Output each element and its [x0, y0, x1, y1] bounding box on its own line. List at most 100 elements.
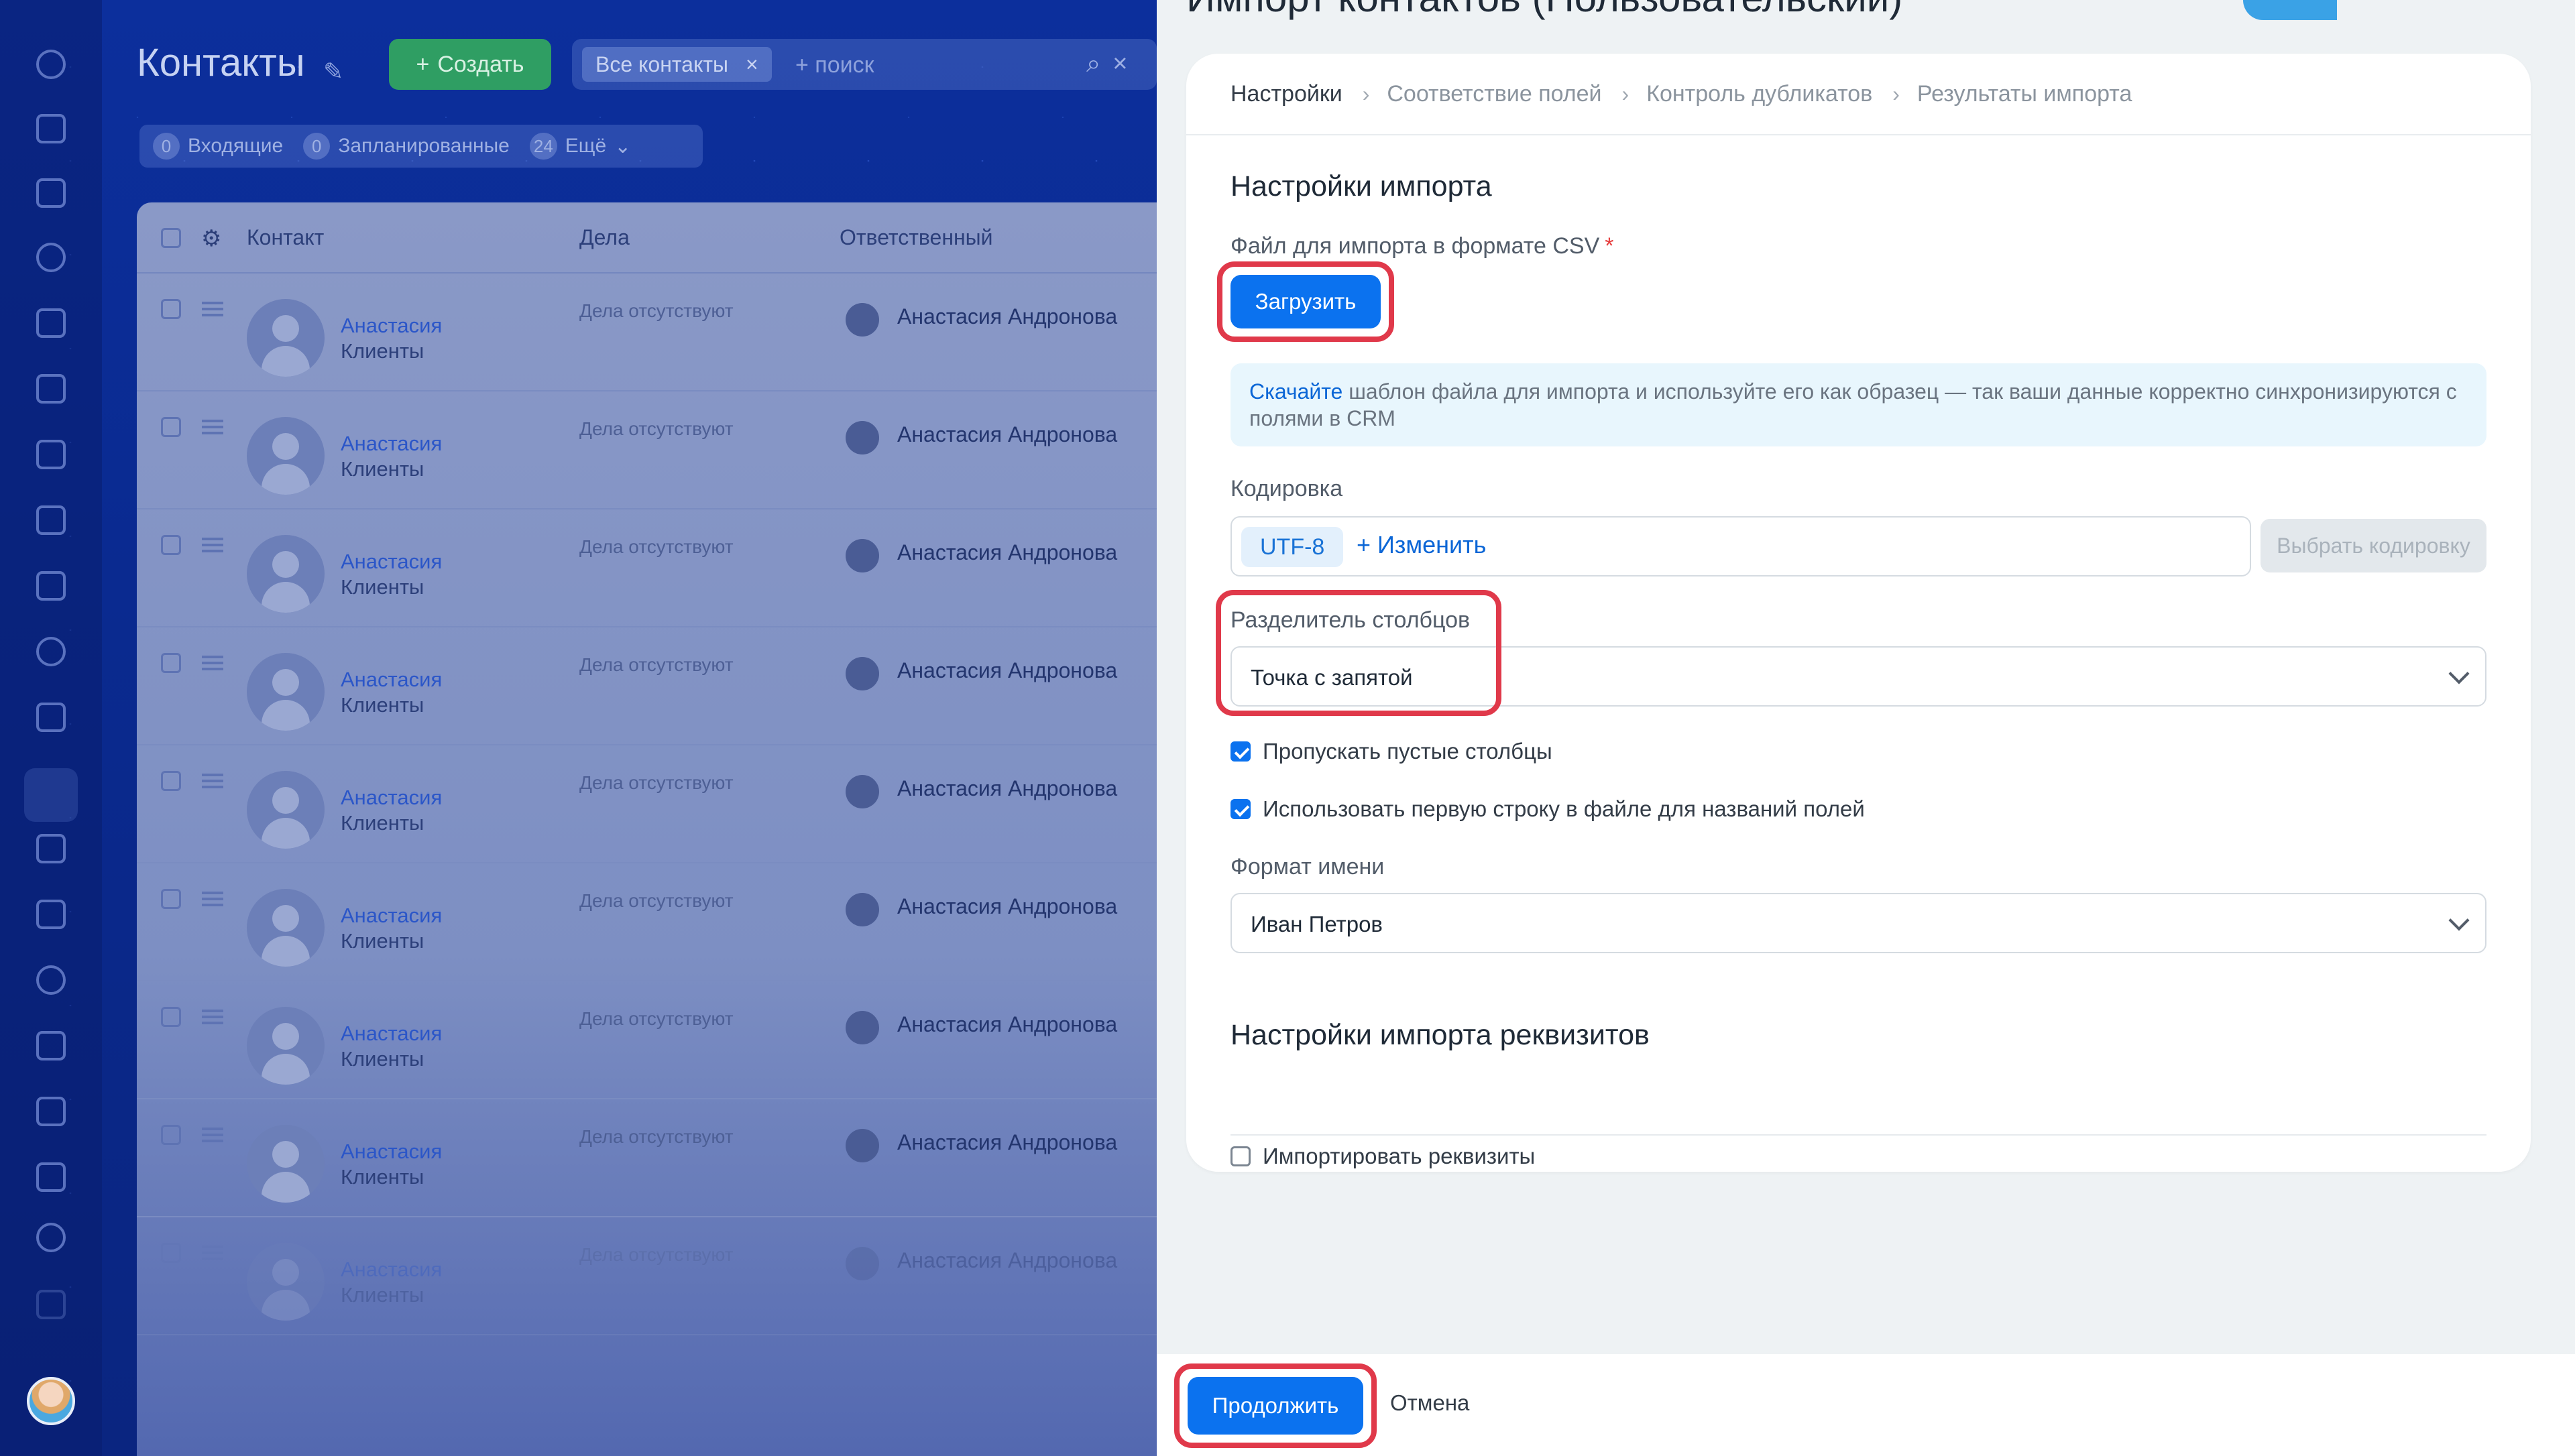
- encoding-input[interactable]: UTF-8 + Изменить: [1231, 516, 2251, 577]
- contact-name-link[interactable]: Анастасия: [341, 904, 442, 928]
- menu-feed-icon[interactable]: [36, 50, 66, 79]
- row-checkbox[interactable]: [161, 1243, 181, 1263]
- responsible-name[interactable]: Анастасия Андронова: [897, 1012, 1117, 1037]
- cancel-button[interactable]: Отмена: [1390, 1390, 1469, 1416]
- first-row-names-checkbox[interactable]: [1231, 799, 1251, 819]
- menu-settings-icon[interactable]: [36, 243, 66, 272]
- skip-empty-row[interactable]: Пропускать пустые столбцы: [1231, 739, 1552, 764]
- contact-name-link[interactable]: Анастасия: [341, 668, 442, 692]
- menu-storage-icon[interactable]: [36, 505, 66, 535]
- encoding-change-link[interactable]: + Изменить: [1357, 531, 1486, 559]
- menu-pen-icon[interactable]: [36, 1162, 66, 1192]
- chip-close-icon[interactable]: ×: [746, 52, 758, 77]
- filter-chip[interactable]: Все контакты ×: [582, 47, 772, 82]
- contact-name-link[interactable]: Анастасия: [341, 1022, 442, 1046]
- search-placeholder[interactable]: + поиск: [795, 52, 874, 78]
- menu-board-icon[interactable]: [36, 440, 66, 469]
- create-button[interactable]: + Создать: [389, 39, 551, 90]
- contact-name-link[interactable]: Анастасия: [341, 786, 442, 810]
- responsible-name[interactable]: Анастасия Андронова: [897, 540, 1117, 565]
- menu-mail-icon[interactable]: [36, 571, 66, 601]
- table-row[interactable]: Анастасия Клиенты Дела отсутствуют Анастаси…: [137, 509, 1157, 627]
- row-menu-icon[interactable]: [202, 302, 223, 316]
- table-row[interactable]: Анастасия Клиенты Дела отсутствуют Анастаси…: [137, 1099, 1157, 1217]
- separator-select[interactable]: Точка с запятой: [1231, 646, 2486, 707]
- download-template-link[interactable]: Скачайте: [1249, 379, 1342, 404]
- contact-name-link[interactable]: Анастасия: [341, 314, 442, 338]
- menu-team-icon[interactable]: [36, 637, 66, 666]
- menu-target-icon[interactable]: [36, 965, 66, 995]
- table-row[interactable]: Анастасия Клиенты Дела отсутствуют Анастаси…: [137, 627, 1157, 745]
- row-checkbox[interactable]: [161, 535, 181, 555]
- menu-gear-icon[interactable]: [36, 1223, 66, 1252]
- row-menu-icon[interactable]: [202, 538, 223, 552]
- import-requisites-checkbox[interactable]: [1231, 1146, 1251, 1166]
- search-icon[interactable]: ⌕: [1086, 50, 1112, 78]
- clear-icon[interactable]: ×: [1112, 50, 1139, 78]
- choose-encoding-button[interactable]: Выбрать кодировку: [2261, 519, 2486, 572]
- menu-more-icon[interactable]: [36, 1290, 66, 1319]
- menu-crm-active-icon[interactable]: [24, 768, 78, 822]
- menu-inventory-icon[interactable]: [36, 900, 66, 929]
- table-row[interactable]: Анастасия Клиенты Дела отсутствуют Анастаси…: [137, 745, 1157, 863]
- first-row-names-row[interactable]: Использовать первую строку в файле для н…: [1231, 796, 1865, 822]
- menu-shop-icon[interactable]: [36, 1031, 66, 1060]
- step-import-results[interactable]: Результаты импорта: [1917, 81, 2132, 107]
- row-menu-icon[interactable]: [202, 1128, 223, 1142]
- table-row[interactable]: Анастасия Клиенты Дела отсутствуют Анастаси…: [137, 391, 1157, 509]
- row-menu-icon[interactable]: [202, 656, 223, 670]
- column-settings-icon[interactable]: ⚙: [201, 225, 221, 252]
- table-row[interactable]: Анастасия Клиенты Дела отсутствуют Анастаси…: [137, 1217, 1157, 1335]
- counter-planned[interactable]: 0 Запланированные: [303, 133, 510, 160]
- contact-name-link[interactable]: Анастасия: [341, 550, 442, 574]
- upload-button[interactable]: Загрузить: [1231, 275, 1381, 328]
- row-checkbox[interactable]: [161, 1007, 181, 1027]
- responsible-name[interactable]: Анастасия Андронова: [897, 894, 1117, 919]
- user-avatar[interactable]: [27, 1377, 75, 1425]
- menu-documents-icon[interactable]: [36, 178, 66, 208]
- contact-name-link[interactable]: Анастасия: [341, 1258, 442, 1282]
- select-all-checkbox[interactable]: [161, 228, 181, 248]
- step-field-mapping[interactable]: Соответствие полей: [1387, 81, 1601, 107]
- row-checkbox[interactable]: [161, 1125, 181, 1145]
- menu-chat-icon[interactable]: [36, 114, 66, 143]
- responsible-name[interactable]: Анастасия Андронова: [897, 658, 1117, 683]
- step-duplicate-control[interactable]: Контроль дубликатов: [1646, 81, 1872, 107]
- name-format-select[interactable]: Иван Петров: [1231, 893, 2486, 953]
- row-menu-icon[interactable]: [202, 892, 223, 906]
- menu-calendar-icon[interactable]: [36, 308, 66, 338]
- row-menu-icon[interactable]: [202, 1010, 223, 1024]
- row-checkbox[interactable]: [161, 771, 181, 791]
- table-row[interactable]: Анастасия Клиенты Дела отсутствуют Анастаси…: [137, 274, 1157, 391]
- slider-close-tab[interactable]: [2243, 0, 2337, 20]
- responsible-name[interactable]: Анастасия Андронова: [897, 1130, 1117, 1155]
- row-menu-icon[interactable]: [202, 1246, 223, 1260]
- responsible-name[interactable]: Анастасия Андронова: [897, 776, 1117, 801]
- row-checkbox[interactable]: [161, 653, 181, 673]
- column-responsible[interactable]: Ответственный: [840, 225, 993, 250]
- continue-button[interactable]: Продолжить: [1188, 1377, 1363, 1435]
- row-menu-icon[interactable]: [202, 774, 223, 788]
- column-deals[interactable]: Дела: [579, 225, 630, 250]
- pin-icon[interactable]: ✎: [323, 58, 343, 86]
- table-row[interactable]: Анастасия Клиенты Дела отсутствуют Анастаси…: [137, 863, 1157, 981]
- counter-incoming[interactable]: 0 Входящие: [153, 133, 283, 160]
- menu-schedule-icon[interactable]: [36, 834, 66, 863]
- import-requisites-row[interactable]: Импортировать реквизиты: [1231, 1144, 1535, 1169]
- row-menu-icon[interactable]: [202, 420, 223, 434]
- contact-name-link[interactable]: Анастасия: [341, 432, 442, 456]
- row-checkbox[interactable]: [161, 889, 181, 909]
- row-checkbox[interactable]: [161, 417, 181, 437]
- counter-more[interactable]: 24 Ещё ⌄: [529, 133, 631, 160]
- row-checkbox[interactable]: [161, 299, 181, 319]
- contact-name-link[interactable]: Анастасия: [341, 1140, 442, 1164]
- responsible-name[interactable]: Анастасия Андронова: [897, 1248, 1117, 1273]
- responsible-name[interactable]: Анастасия Андронова: [897, 304, 1117, 329]
- table-row[interactable]: Анастасия Клиенты Дела отсутствуют Анастаси…: [137, 981, 1157, 1099]
- menu-tasks-icon[interactable]: [36, 703, 66, 732]
- menu-sign-icon[interactable]: [36, 1097, 66, 1126]
- menu-files-icon[interactable]: [36, 374, 66, 404]
- responsible-name[interactable]: Анастасия Андронова: [897, 422, 1117, 447]
- skip-empty-checkbox[interactable]: [1231, 741, 1251, 762]
- step-settings[interactable]: Настройки: [1231, 81, 1342, 107]
